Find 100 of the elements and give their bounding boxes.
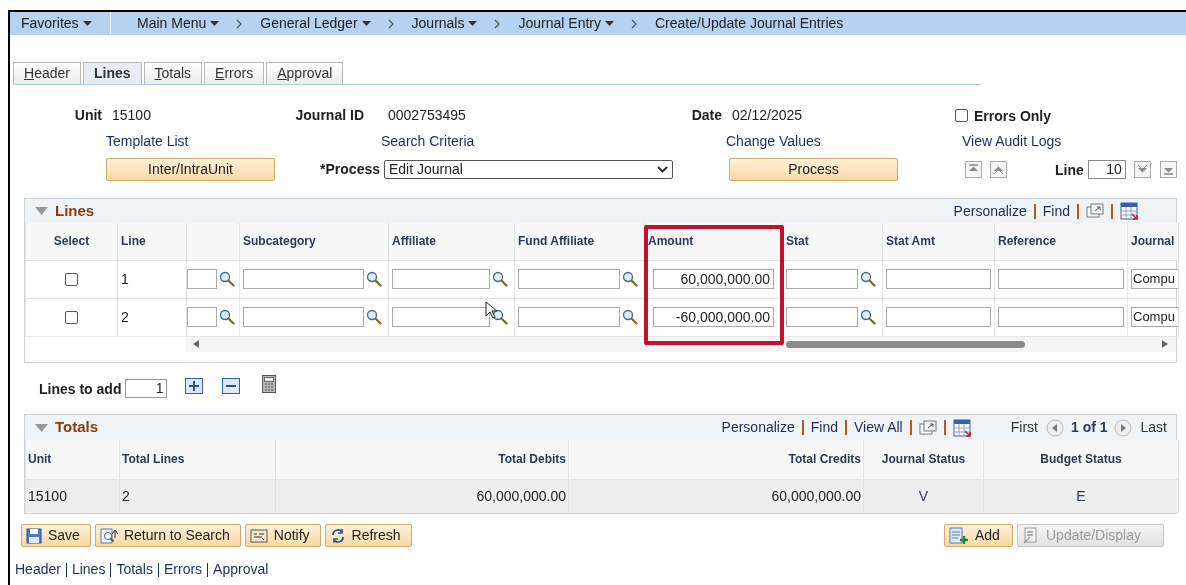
field-value: 02/12/2025: [732, 105, 804, 125]
move-down-icon[interactable]: [1159, 160, 1177, 178]
notepad-icon: [249, 527, 268, 544]
search-icon[interactable]: [860, 271, 876, 287]
table-cell-text: 2: [120, 308, 129, 325]
calculator-icon[interactable]: [262, 375, 277, 393]
scroll-right-icon[interactable]: [1162, 339, 1168, 348]
link[interactable]: Change Values: [726, 130, 962, 152]
link[interactable]: Lines: [71, 559, 106, 580]
button[interactable]: Save: [21, 524, 91, 547]
tab[interactable]: Totals: [143, 62, 203, 84]
pager-link[interactable]: Last: [1140, 417, 1167, 438]
input-field[interactable]: 60,000,000.00: [653, 269, 774, 289]
link[interactable]: Personalize: [721, 417, 795, 438]
tab[interactable]: Errors: [204, 62, 265, 84]
table-cell: V: [918, 487, 929, 504]
pager-link[interactable]: First: [1010, 417, 1038, 438]
search-icon[interactable]: [219, 271, 235, 287]
add-row-icon[interactable]: [185, 378, 204, 394]
magnifier-arrow-icon: [99, 527, 118, 544]
input-field[interactable]: [243, 269, 364, 289]
button[interactable]: Notify: [244, 524, 321, 547]
column-header: Line: [121, 234, 146, 249]
input-field[interactable]: 1: [125, 378, 168, 398]
link[interactable]: View Audit Logs: [962, 130, 1062, 152]
caret-icon: [210, 21, 220, 26]
link[interactable]: Personalize: [953, 200, 1027, 222]
delete-row-icon[interactable]: [222, 378, 241, 394]
collapse-icon[interactable]: [35, 423, 48, 432]
scrollbar-thumb[interactable]: [786, 340, 1025, 348]
link[interactable]: View All: [853, 417, 903, 438]
search-icon[interactable]: [492, 271, 508, 287]
input-field[interactable]: [886, 307, 991, 327]
tab[interactable]: Lines: [82, 62, 142, 84]
dropdown-field[interactable]: Edit Journal: [384, 159, 673, 179]
field-value: 15100: [112, 105, 152, 125]
menu-link[interactable]: Main Menu: [111, 12, 220, 35]
checkbox[interactable]: [955, 108, 968, 122]
caret-icon: [361, 21, 371, 26]
link[interactable]: Template List: [106, 130, 381, 152]
button[interactable]: Add: [944, 524, 1013, 547]
input-field[interactable]: [243, 307, 364, 327]
input-field[interactable]: [998, 307, 1124, 327]
link[interactable]: Approval: [213, 559, 269, 580]
input-field[interactable]: [392, 269, 490, 289]
link[interactable]: Find: [1042, 200, 1070, 222]
input-field[interactable]: [392, 307, 490, 327]
input-field[interactable]: [786, 307, 858, 327]
button[interactable]: Refresh: [324, 524, 412, 547]
input-field[interactable]: [886, 269, 991, 289]
breadcrumb-link[interactable]: Journal Entry: [518, 13, 614, 34]
button[interactable]: Process: [729, 157, 898, 181]
move-up-icon[interactable]: [990, 160, 1007, 178]
column-header: Select: [53, 234, 90, 249]
input-field[interactable]: [187, 269, 217, 289]
collapse-icon[interactable]: [35, 207, 48, 215]
link[interactable]: Totals: [116, 559, 153, 580]
breadcrumb-link[interactable]: Journals: [411, 13, 478, 34]
button[interactable]: Inter/IntraUnit: [106, 157, 275, 181]
column-header: Total Lines: [122, 452, 185, 467]
input-field[interactable]: 10: [1087, 159, 1126, 179]
search-icon[interactable]: [622, 309, 638, 325]
tab[interactable]: Header: [13, 62, 81, 84]
search-icon[interactable]: [622, 271, 638, 287]
input-field[interactable]: Compu: [1131, 269, 1179, 289]
tab[interactable]: Approval: [266, 62, 344, 84]
link[interactable]: Search Criteria: [381, 130, 726, 152]
checkbox[interactable]: [65, 310, 78, 324]
link[interactable]: Find: [810, 417, 838, 438]
search-icon[interactable]: [366, 309, 382, 325]
search-icon[interactable]: [860, 309, 876, 325]
input-field[interactable]: [187, 307, 217, 327]
new-window-icon[interactable]: [918, 419, 937, 436]
spreadsheet-icon[interactable]: [952, 418, 971, 437]
column-header: Subcategory: [243, 234, 316, 249]
breadcrumb-link[interactable]: Create/Update Journal Entries: [654, 13, 844, 34]
link[interactable]: Errors: [163, 559, 203, 580]
move-down-icon[interactable]: [1133, 160, 1151, 178]
move-up-icon[interactable]: [965, 160, 982, 178]
input-field[interactable]: [786, 269, 858, 289]
field-label: Line: [1055, 161, 1084, 180]
search-icon[interactable]: [219, 309, 235, 325]
search-icon[interactable]: [366, 271, 382, 287]
input-field[interactable]: Compu: [1131, 307, 1179, 327]
breadcrumb-link[interactable]: General Ledger: [260, 13, 371, 34]
link[interactable]: Header: [15, 559, 61, 580]
button[interactable]: Return to Search: [94, 524, 241, 547]
checkbox[interactable]: [65, 272, 78, 286]
input-field[interactable]: [518, 269, 620, 289]
scroll-left-icon[interactable]: [193, 339, 199, 348]
field-value: 0002753495: [388, 105, 467, 125]
new-window-icon[interactable]: [1086, 203, 1104, 219]
next-icon[interactable]: [1113, 418, 1132, 437]
chevron-icon: [630, 18, 638, 29]
previous-icon[interactable]: [1045, 418, 1064, 437]
input-field[interactable]: -60,000,000.00: [653, 307, 774, 327]
spreadsheet-icon[interactable]: [1120, 202, 1138, 220]
menu-link[interactable]: Favorites: [10, 12, 111, 35]
input-field[interactable]: [518, 307, 620, 327]
input-field[interactable]: [998, 269, 1124, 289]
